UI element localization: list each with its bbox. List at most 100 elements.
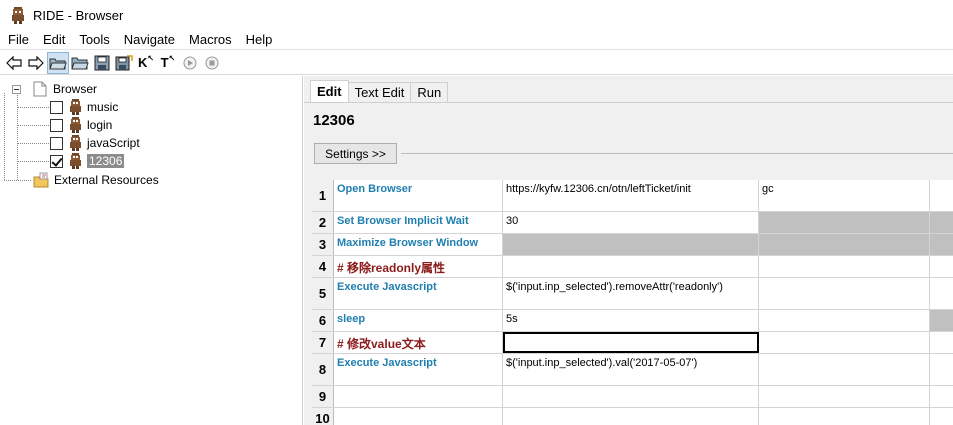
argument-cell[interactable] [503,386,759,407]
table-row: 10 [312,408,953,425]
row-number[interactable]: 2 [312,212,334,233]
argument-cell[interactable] [503,408,759,425]
row-number[interactable]: 10 [312,408,334,425]
keyword-cell[interactable]: Execute Javascript [334,354,503,385]
argument-cell[interactable]: https://kyfw.12306.cn/otn/leftTicket/ini… [503,180,759,211]
tree-item-12306[interactable]: 12306 [50,152,125,170]
argument-cell[interactable] [930,256,953,277]
row-number[interactable]: 7 [312,332,334,353]
save-icon[interactable] [91,52,113,74]
test-checkbox[interactable] [50,154,63,168]
robot-icon [70,135,81,151]
menu-navigate[interactable]: Navigate [116,32,181,47]
argument-cell[interactable] [759,332,930,353]
tree-item-javascript[interactable]: javaScript [50,134,140,152]
tree-external-label: External Resources [54,173,159,187]
disabled-cell [759,234,930,255]
argument-cell[interactable]: $('input.inp_selected').val('2017-05-07'… [503,354,759,385]
keyword-cell[interactable]: Set Browser Implicit Wait [334,212,503,233]
argument-cell[interactable]: 5s [503,310,759,331]
forward-arrow-icon[interactable] [25,52,47,74]
keyword-cell[interactable]: sleep [334,310,503,331]
keyword-cell[interactable]: Open Browser [334,180,503,211]
test-checkbox[interactable] [50,100,63,114]
table-row: 8 Execute Javascript $('input.inp_select… [312,354,953,386]
argument-cell[interactable]: gc [759,180,930,211]
argument-cell[interactable] [759,408,930,425]
menu-bar: File Edit Tools Navigate Macros Help [0,30,953,50]
argument-cell[interactable] [503,256,759,277]
toolbar: K ↖ T ↖ [0,51,953,75]
search-keywords-icon[interactable]: K ↖ [135,52,157,74]
argument-cell[interactable] [759,354,930,385]
tab-text-edit[interactable]: Text Edit [348,82,412,102]
argument-cell[interactable] [930,278,953,309]
argument-cell[interactable] [759,310,930,331]
keyword-cell[interactable]: Execute Javascript [334,278,503,309]
argument-cell[interactable] [759,256,930,277]
save-all-icon[interactable] [113,52,135,74]
argument-cell[interactable]: 30 [503,212,759,233]
menu-edit[interactable]: Edit [35,32,71,47]
collapse-toggle[interactable] [12,85,21,94]
keyword-cell[interactable] [334,408,503,425]
test-checkbox[interactable] [50,118,63,132]
row-number[interactable]: 1 [312,180,334,211]
tree-connector [4,93,5,180]
open-directory-icon[interactable] [47,51,69,74]
test-checkbox[interactable] [50,136,63,150]
run-icon[interactable] [179,52,201,74]
folder-icon [33,172,49,188]
menu-help[interactable]: Help [238,32,279,47]
comment-cell[interactable]: # 修改value文本 [334,332,503,353]
menu-file[interactable]: File [0,32,35,47]
argument-cell[interactable] [759,386,930,407]
menu-macros[interactable]: Macros [181,32,238,47]
tree-connector [17,107,49,108]
argument-cell[interactable] [759,278,930,309]
table-row: 1 Open Browser https://kyfw.12306.cn/otn… [312,180,953,212]
tab-edit[interactable]: Edit [310,80,349,102]
edit-content: 12306 Settings >> 1 Open Browser https:/… [305,103,953,425]
disabled-cell [503,234,759,255]
argument-cell[interactable] [930,354,953,385]
row-number[interactable]: 9 [312,386,334,407]
comment-cell[interactable]: # 移除readonly属性 [334,256,503,277]
tab-run[interactable]: Run [411,82,449,102]
row-number[interactable]: 3 [312,234,334,255]
title-bar: RIDE - Browser [0,0,953,30]
tree-item-music[interactable]: music [50,98,118,116]
row-number[interactable]: 8 [312,354,334,385]
table-row: 6 sleep 5s [312,310,953,332]
back-arrow-icon[interactable] [3,52,25,74]
stop-icon[interactable] [201,52,223,74]
search-tests-icon[interactable]: T ↖ [157,52,179,74]
robot-icon [70,153,81,169]
table-row: 2 Set Browser Implicit Wait 30 [312,212,953,234]
settings-toggle-button[interactable]: Settings >> [314,143,397,164]
tree-item-external-resources[interactable]: External Resources [33,171,159,189]
window-title: RIDE - Browser [33,7,124,23]
row-number[interactable]: 6 [312,310,334,331]
tree-item-label: javaScript [87,136,140,150]
table-row: 7 # 修改value文本 [312,332,953,354]
argument-cell[interactable] [930,180,953,211]
search-keywords-label: K [137,55,148,70]
argument-cell[interactable] [930,332,953,353]
keyword-cell[interactable] [334,386,503,407]
argument-cell[interactable]: $('input.inp_selected').removeAttr('read… [503,278,759,309]
open-folder-icon[interactable] [69,52,91,74]
keyword-cell[interactable]: Maximize Browser Window [334,234,503,255]
argument-cell[interactable] [930,386,953,407]
tree-root-browser[interactable]: Browser [33,80,97,98]
tree-item-login[interactable]: login [50,116,112,134]
row-number[interactable]: 5 [312,278,334,309]
row-number[interactable]: 4 [312,256,334,277]
tree-item-label: 12306 [87,154,125,168]
menu-tools[interactable]: Tools [71,32,115,47]
argument-cell[interactable] [930,408,953,425]
suite-title: 12306 [313,112,355,129]
tree-item-label: music [87,100,119,114]
tree-item-label: login [87,118,113,132]
active-cell-editor[interactable] [503,332,759,353]
